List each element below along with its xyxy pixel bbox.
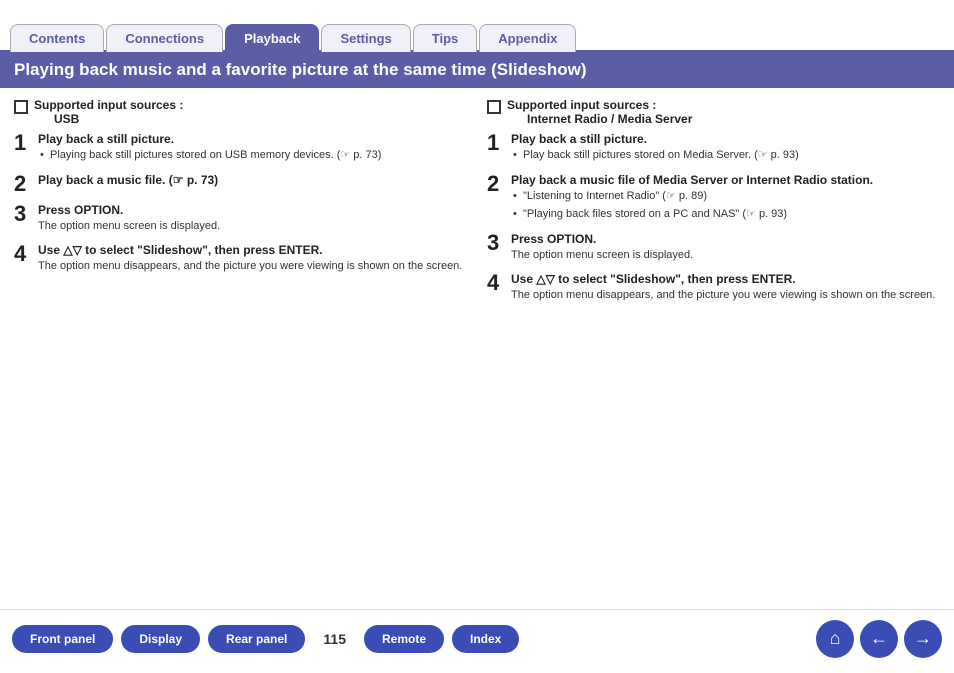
right-step-4-title: Use △▽ to select "Slideshow", then press… (511, 272, 940, 286)
left-step-3-content: Press OPTION. The option menu screen is … (38, 203, 467, 234)
left-step-2-title: Play back a music file. (☞ p. 73) (38, 173, 467, 187)
right-step-2-number: 2 (487, 173, 503, 195)
remote-button[interactable]: Remote (364, 625, 444, 653)
left-section-header: Supported input sources : USB (14, 98, 467, 126)
right-step-4: 4 Use △▽ to select "Slideshow", then pre… (487, 272, 940, 303)
right-step-3-desc: The option menu screen is displayed. (511, 248, 940, 263)
right-step-3-title: Press OPTION. (511, 232, 940, 246)
left-step-1-bullet: Playing back still pictures stored on US… (38, 148, 467, 163)
home-button[interactable]: ⌂ (816, 620, 854, 658)
right-step-2-content: Play back a music file of Media Server o… (511, 173, 940, 224)
right-step-2-bullet-0: "Listening to Internet Radio" (☞ p. 89) (511, 189, 940, 204)
rear-panel-button[interactable]: Rear panel (208, 625, 305, 653)
right-step-2: 2 Play back a music file of Media Server… (487, 173, 940, 224)
left-step-4-number: 4 (14, 243, 30, 265)
right-step-2-title: Play back a music file of Media Server o… (511, 173, 940, 187)
left-step-2-content: Play back a music file. (☞ p. 73) (38, 173, 467, 189)
left-step-4: 4 Use △▽ to select "Slideshow", then pre… (14, 243, 467, 274)
tab-playback[interactable]: Playback (225, 24, 319, 52)
right-column: Supported input sources : Internet Radio… (487, 98, 940, 599)
left-step-1: 1 Play back a still picture. Playing bac… (14, 132, 467, 165)
right-section-title: Supported input sources : (507, 98, 692, 112)
back-button[interactable]: ← (860, 620, 898, 658)
left-column: Supported input sources : USB 1 Play bac… (14, 98, 467, 599)
left-section-source: USB (34, 112, 183, 126)
display-button[interactable]: Display (121, 625, 200, 653)
left-section-title: Supported input sources : (34, 98, 183, 112)
right-step-4-desc: The option menu disappears, and the pict… (511, 288, 940, 303)
right-step-4-content: Use △▽ to select "Slideshow", then press… (511, 272, 940, 303)
left-step-3-desc: The option menu screen is displayed. (38, 219, 467, 234)
tab-settings[interactable]: Settings (321, 24, 410, 52)
main-content: Supported input sources : USB 1 Play bac… (0, 88, 954, 609)
tab-appendix[interactable]: Appendix (479, 24, 576, 52)
left-step-1-content: Play back a still picture. Playing back … (38, 132, 467, 165)
checkbox-icon-right (487, 100, 501, 114)
footer-right: ⌂ ← → (816, 620, 942, 658)
right-step-1-content: Play back a still picture. Play back sti… (511, 132, 940, 165)
right-step-3-number: 3 (487, 232, 503, 254)
tab-tips[interactable]: Tips (413, 24, 478, 52)
checkbox-icon-left (14, 100, 28, 114)
page-title: Playing back music and a favorite pictur… (0, 52, 954, 88)
left-step-3-number: 3 (14, 203, 30, 225)
right-section-source: Internet Radio / Media Server (507, 112, 692, 126)
left-step-4-desc: The option menu disappears, and the pict… (38, 259, 467, 274)
left-step-1-title: Play back a still picture. (38, 132, 467, 146)
tab-contents[interactable]: Contents (10, 24, 104, 52)
right-step-1: 1 Play back a still picture. Play back s… (487, 132, 940, 165)
right-step-1-number: 1 (487, 132, 503, 154)
left-step-2-number: 2 (14, 173, 30, 195)
footer: Front panel Display Rear panel 115 Remot… (0, 609, 954, 667)
front-panel-button[interactable]: Front panel (12, 625, 113, 653)
left-step-3: 3 Press OPTION. The option menu screen i… (14, 203, 467, 234)
right-step-4-number: 4 (487, 272, 503, 294)
left-step-4-title: Use △▽ to select "Slideshow", then press… (38, 243, 467, 257)
left-step-4-content: Use △▽ to select "Slideshow", then press… (38, 243, 467, 274)
right-step-1-bullet: Play back still pictures stored on Media… (511, 148, 940, 163)
page-number: 115 (313, 631, 356, 647)
right-step-2-bullet-1: "Playing back files stored on a PC and N… (511, 207, 940, 222)
forward-button[interactable]: → (904, 620, 942, 658)
tab-connections[interactable]: Connections (106, 24, 223, 52)
index-button[interactable]: Index (452, 625, 519, 653)
tab-bar: ContentsConnectionsPlaybackSettingsTipsA… (0, 0, 954, 52)
right-step-3-content: Press OPTION. The option menu screen is … (511, 232, 940, 263)
right-step-1-title: Play back a still picture. (511, 132, 940, 146)
left-step-1-number: 1 (14, 132, 30, 154)
right-section-header: Supported input sources : Internet Radio… (487, 98, 940, 126)
left-step-2: 2 Play back a music file. (☞ p. 73) (14, 173, 467, 195)
right-step-3: 3 Press OPTION. The option menu screen i… (487, 232, 940, 263)
footer-left: Front panel Display Rear panel 115 Remot… (12, 625, 519, 653)
left-step-3-title: Press OPTION. (38, 203, 467, 217)
